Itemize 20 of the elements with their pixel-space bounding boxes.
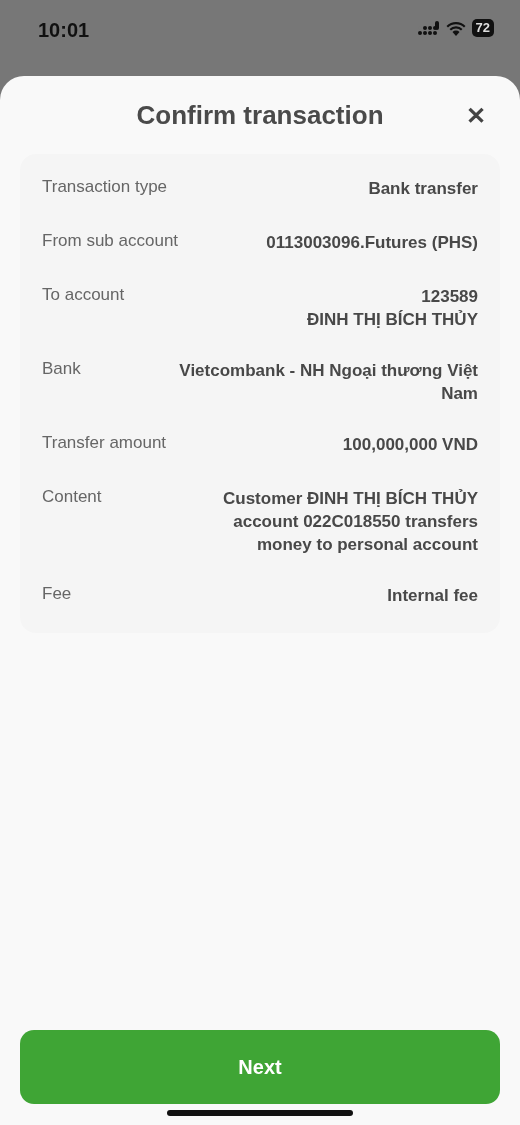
detail-label: Fee [42,584,72,605]
battery-icon: 72 [471,19,494,37]
detail-label: From sub account [42,231,179,252]
detail-value: Internal fee [387,585,478,607]
detail-label: Transaction type [42,177,168,198]
detail-label: Transfer amount [42,433,167,454]
detail-value: Vietcombank - NH Ngoại thương Việt Nam [179,360,478,405]
detail-value: Bank transfer [368,178,478,200]
signal-icon [417,21,440,35]
detail-value: 0113003096.Futures (PHS) [266,232,478,254]
detail-label: Content [42,487,102,508]
wifi-icon [445,20,466,36]
sheet-title: Confirm transaction [136,99,384,131]
detail-value: Customer ĐINH THỊ BÍCH THỦY account 022C018550 transfers money to personal account [223,488,478,556]
close-button[interactable]: ✕ [462,98,490,134]
status-time: 10:01 [38,19,90,42]
detail-value: 100,000,000 VND [342,434,478,456]
detail-value: 123589 ĐINH THỊ BÍCH THỦY [307,286,478,331]
detail-label: To account [42,285,125,306]
detail-label: Bank [42,359,81,380]
